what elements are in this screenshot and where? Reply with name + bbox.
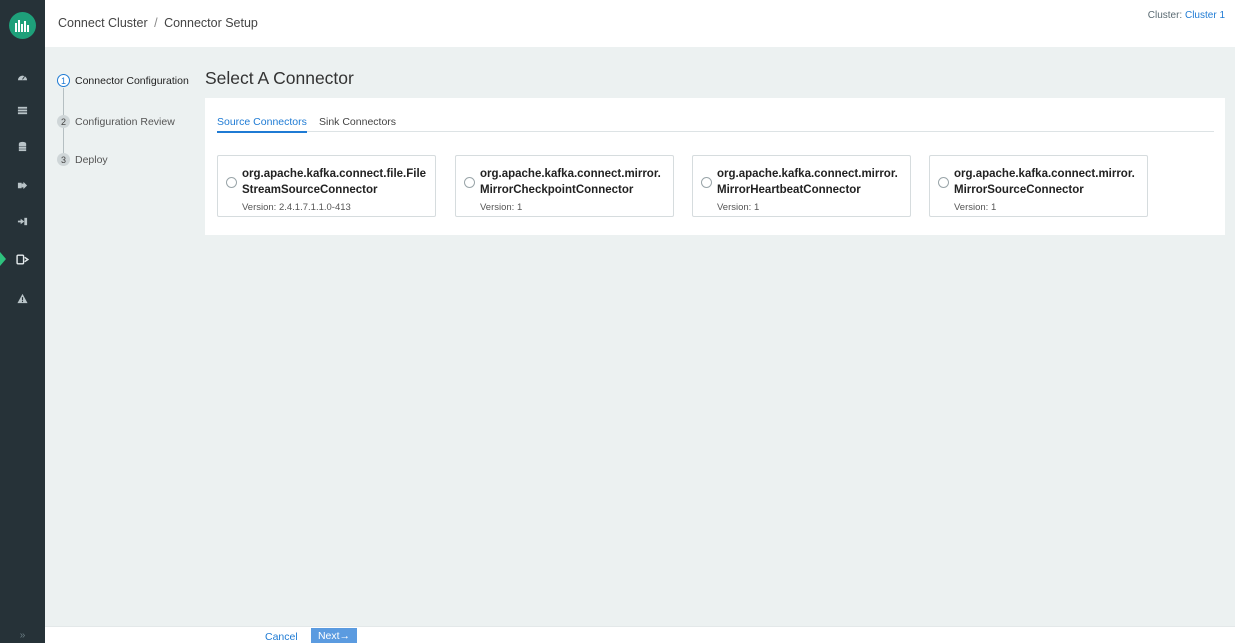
connector-card[interactable]: org.apache.kafka.connect.mirror.MirrorHe… — [692, 155, 911, 217]
left-nav-rail: » — [0, 0, 45, 643]
step-label: Connector Configuration — [75, 74, 189, 87]
cancel-button[interactable]: Cancel — [265, 631, 298, 643]
step-deploy[interactable]: 3 Deploy — [57, 153, 108, 166]
connector-radio[interactable] — [938, 177, 949, 188]
connector-card[interactable]: org.apache.kafka.connect.mirror.MirrorCh… — [455, 155, 674, 217]
connector-version: Version: 2.4.1.7.1.1.0-413 — [242, 202, 351, 213]
connector-name: org.apache.kafka.connect.mirror.MirrorSo… — [954, 168, 1135, 196]
database-icon[interactable] — [0, 136, 45, 156]
logo-icon[interactable] — [9, 12, 36, 39]
connector-tabs: Source Connectors Sink Connectors — [217, 116, 1214, 133]
breadcrumb-current: Connector Setup — [164, 16, 258, 30]
connector-panel: Source Connectors Sink Connectors org.ap… — [205, 98, 1225, 235]
step-number: 2 — [57, 115, 70, 128]
connector-name: org.apache.kafka.connect.mirror.MirrorCh… — [480, 168, 661, 196]
cluster-link[interactable]: Cluster 1 — [1185, 10, 1225, 21]
breadcrumb: Connect Cluster / Connector Setup — [58, 16, 258, 30]
step-connector-configuration[interactable]: 1 Connector Configuration — [57, 74, 189, 87]
connector-version: Version: 1 — [954, 202, 997, 213]
export-icon[interactable] — [0, 175, 45, 195]
cluster-indicator: Cluster: Cluster 1 — [1148, 10, 1225, 21]
step-label: Deploy — [75, 153, 108, 166]
connector-radio[interactable] — [701, 177, 712, 188]
step-number: 1 — [57, 74, 70, 87]
connector-name: org.apache.kafka.connect.file.FileStream… — [242, 168, 427, 196]
connect-icon[interactable] — [0, 249, 45, 269]
import-icon[interactable] — [0, 211, 45, 231]
page-title: Select A Connector — [205, 68, 354, 88]
tab-sink-connectors[interactable]: Sink Connectors — [319, 116, 396, 131]
connector-card[interactable]: org.apache.kafka.connect.mirror.MirrorSo… — [929, 155, 1148, 217]
list-icon[interactable] — [0, 100, 45, 120]
step-number: 3 — [57, 153, 70, 166]
tab-source-connectors[interactable]: Source Connectors — [217, 116, 307, 133]
top-header: Connect Cluster / Connector Setup Cluste… — [45, 0, 1235, 47]
dashboard-icon[interactable] — [0, 67, 45, 87]
step-configuration-review[interactable]: 2 Configuration Review — [57, 115, 175, 128]
breadcrumb-separator: / — [154, 16, 158, 30]
breadcrumb-root[interactable]: Connect Cluster — [58, 16, 148, 30]
connector-radio[interactable] — [226, 177, 237, 188]
connector-version: Version: 1 — [717, 202, 760, 213]
alert-icon[interactable] — [0, 288, 45, 308]
connector-name: org.apache.kafka.connect.mirror.MirrorHe… — [717, 168, 898, 196]
action-bar: Cancel Next→ — [45, 626, 1235, 643]
connector-version: Version: 1 — [480, 202, 523, 213]
connector-radio[interactable] — [464, 177, 475, 188]
step-label: Configuration Review — [75, 115, 175, 128]
connector-card[interactable]: org.apache.kafka.connect.file.FileStream… — [217, 155, 436, 217]
cluster-prefix: Cluster: — [1147, 10, 1183, 21]
expand-icon[interactable]: » — [0, 627, 45, 643]
next-button[interactable]: Next→ — [311, 628, 357, 643]
